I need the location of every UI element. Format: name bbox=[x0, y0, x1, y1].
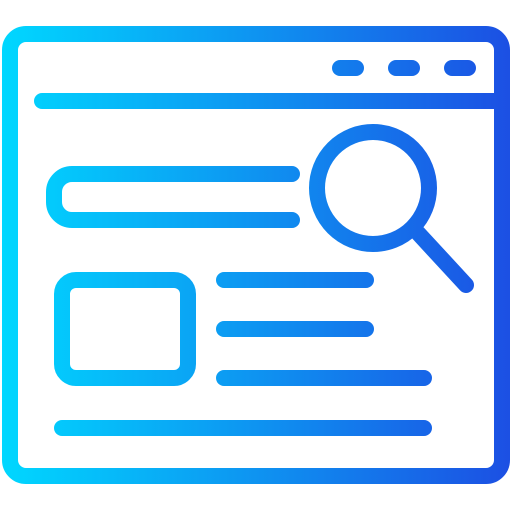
web-search-icon bbox=[2, 26, 510, 484]
image-placeholder-icon bbox=[54, 272, 196, 386]
search-field-shape bbox=[46, 166, 300, 228]
magnifier-lens-icon bbox=[309, 124, 437, 252]
magnifier-handle-icon bbox=[410, 225, 474, 293]
